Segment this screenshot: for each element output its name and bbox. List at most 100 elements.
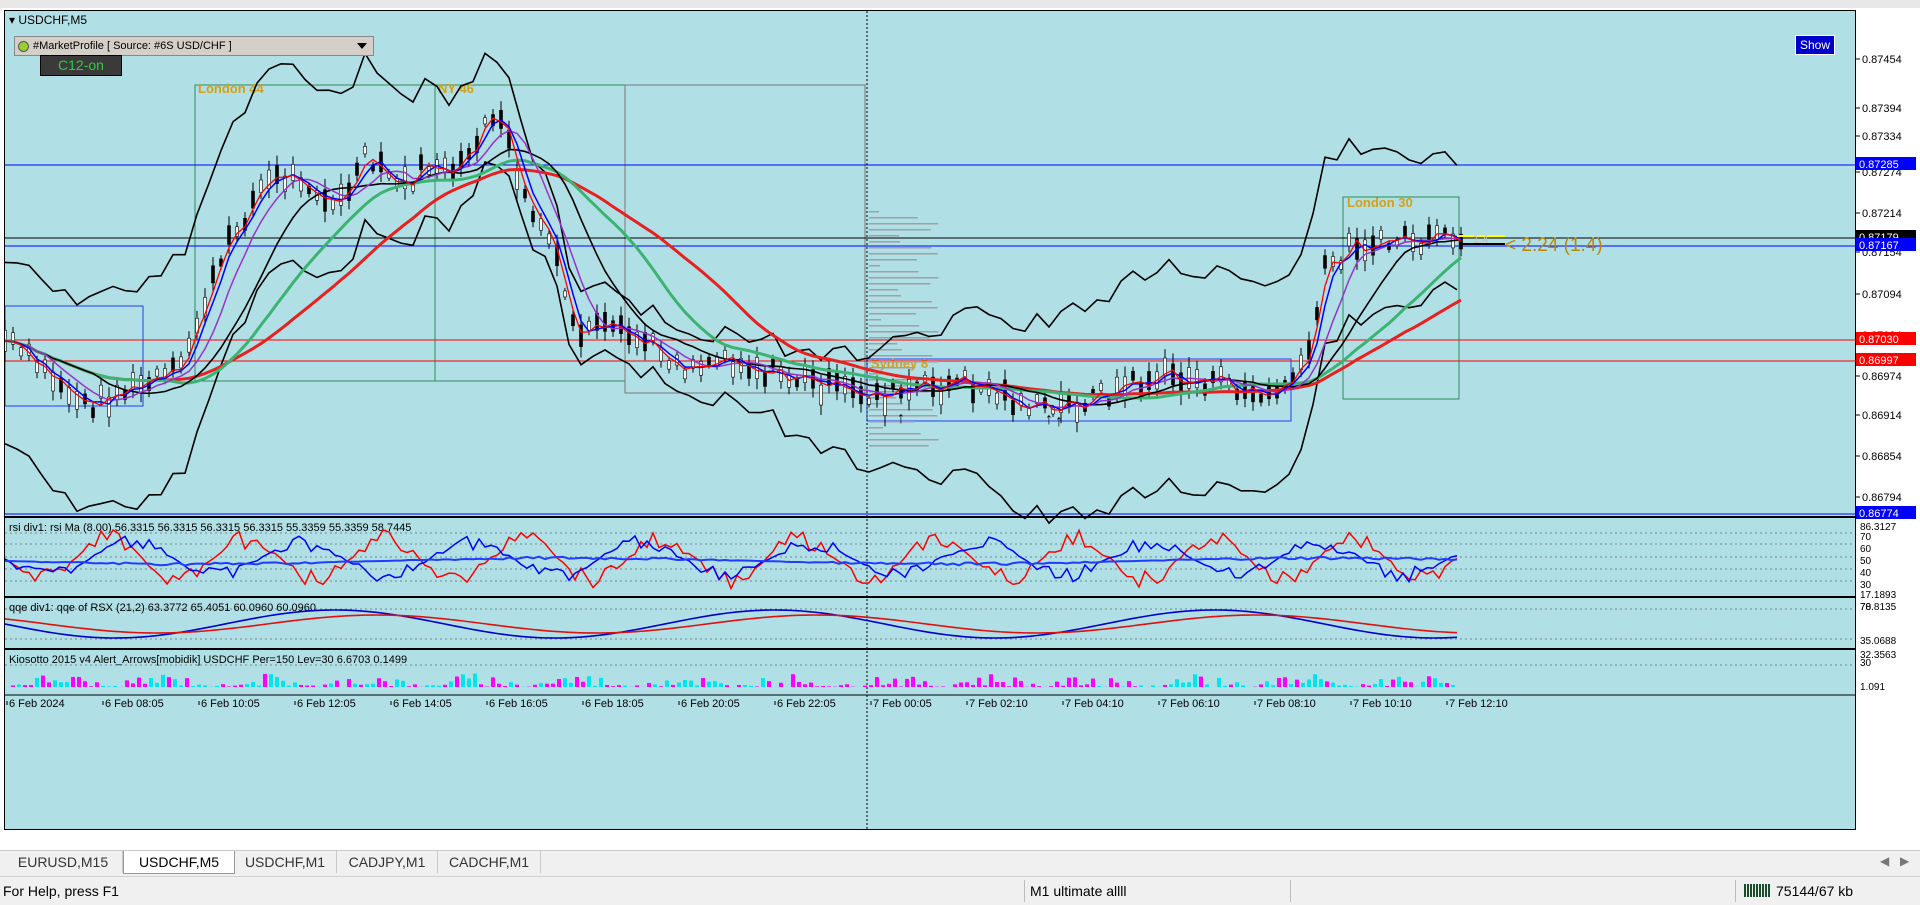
kiosotto-bar <box>1229 685 1233 687</box>
session-box-early <box>5 306 143 406</box>
kiosotto-bar <box>707 682 711 687</box>
kiosotto-bar <box>1307 679 1311 687</box>
kiosotto-bar <box>479 684 483 687</box>
kiosotto-bar <box>1391 680 1395 687</box>
candle-body <box>1260 394 1263 402</box>
kiosotto-scale-label: 30 <box>1860 658 1872 669</box>
kiosotto-bar <box>41 676 45 687</box>
tab-usdchf-m5[interactable]: USDCHF,M5 <box>123 851 235 874</box>
profile-bar <box>869 265 880 267</box>
price-tag-label: 0.86774 <box>1859 508 1899 520</box>
market-profile-selector[interactable]: #MarketProfile [ Source: #6S USD/CHF ] <box>14 36 374 56</box>
candle-body <box>356 163 359 175</box>
candle-body <box>1100 383 1103 390</box>
kiosotto-scale-label: 1.091 <box>1860 682 1885 693</box>
candle-body <box>68 387 71 404</box>
kiosotto-bar <box>665 681 669 687</box>
kiosotto-bar <box>365 684 369 687</box>
session-box-london-2 <box>1343 197 1459 399</box>
rsi-scale-label: 17.1893 <box>1860 590 1897 601</box>
kiosotto-bar <box>959 682 963 687</box>
candle-body <box>820 385 823 405</box>
kiosotto-bar <box>251 682 255 687</box>
show-button[interactable]: Show <box>1795 35 1835 55</box>
candle-body <box>564 291 567 297</box>
kiosotto-bar <box>803 684 807 687</box>
kiosotto-bar <box>95 682 99 687</box>
profile-bar <box>869 319 881 321</box>
profile-bar <box>869 325 919 327</box>
chart-canvas[interactable]: London 44NY 46Sydney 8London 30↑↑↑1.4< 2… <box>5 11 1857 831</box>
profile-bar <box>869 331 938 333</box>
tab-usdchf-m1[interactable]: USDCHF,M1 <box>234 851 337 873</box>
bollinger-lower <box>5 162 1457 523</box>
kiosotto-bar <box>59 682 63 687</box>
profile-bar <box>869 235 899 237</box>
kiosotto-bar <box>137 678 141 687</box>
price-tick-label: 0.87094 <box>1862 289 1902 301</box>
kiosotto-bar <box>359 685 363 687</box>
kiosotto-bar <box>821 686 825 687</box>
kiosotto-bar <box>125 680 129 687</box>
tab-scroll-right-icon[interactable]: ▶ <box>1900 854 1909 868</box>
kiosotto-bar <box>995 682 999 687</box>
kiosotto-bar <box>509 682 513 687</box>
kiosotto-bar <box>635 685 639 687</box>
kiosotto-bar <box>1313 674 1317 687</box>
kiosotto-bar <box>221 684 225 687</box>
time-axis-label: 6 Feb 08:05 <box>105 698 164 710</box>
kiosotto-bar <box>1409 682 1413 687</box>
kiosotto-bar <box>287 686 291 687</box>
kiosotto-bar <box>1187 682 1191 687</box>
status-divider <box>1290 880 1291 902</box>
kiosotto-bar <box>245 684 249 687</box>
c12-toggle-button[interactable]: C12-on <box>40 55 122 76</box>
kiosotto-bar <box>185 678 189 687</box>
chart-plot-area[interactable]: London 44NY 46Sydney 8London 30↑↑↑1.4< 2… <box>4 10 1856 830</box>
kiosotto-bar <box>47 682 51 687</box>
candle-body <box>180 357 183 368</box>
time-axis-label: 7 Feb 04:10 <box>1065 698 1124 710</box>
profile-bar <box>869 343 897 345</box>
kiosotto-bar <box>1091 679 1095 687</box>
session-label: Sydney 8 <box>871 356 928 371</box>
chart-window[interactable]: London 44NY 46Sydney 8London 30↑↑↑1.4< 2… <box>0 8 1920 850</box>
kiosotto-bar <box>353 684 357 687</box>
tab-scroll-left-icon[interactable]: ◀ <box>1880 854 1889 868</box>
dropdown-arrow-icon[interactable] <box>357 43 367 49</box>
tab-cadchf-m1[interactable]: CADCHF,M1 <box>438 851 541 873</box>
kiosotto-bar <box>755 686 759 687</box>
kiosotto-bar <box>1067 678 1071 687</box>
profile-bar <box>869 427 883 429</box>
kiosotto-bar <box>1133 686 1137 687</box>
profile-bar <box>869 313 916 315</box>
kiosotto-bar <box>11 685 15 687</box>
kiosotto-bar <box>179 686 183 687</box>
rsi-ma-blue <box>5 557 1457 566</box>
candle-body <box>364 146 367 154</box>
profile-bar <box>869 289 898 291</box>
rsi-scale-label: 50 <box>1860 556 1872 567</box>
time-axis-label: 7 Feb 12:10 <box>1449 698 1508 710</box>
kiosotto-bar <box>227 686 231 687</box>
kiosotto-bar <box>1241 685 1245 687</box>
kiosotto-bar <box>203 685 207 687</box>
kiosotto-bar <box>1055 682 1059 687</box>
time-axis-label: 7 Feb 10:10 <box>1353 698 1412 710</box>
kiosotto-bar <box>437 686 441 687</box>
kiosotto-bar <box>677 683 681 687</box>
kiosotto-bar <box>407 686 411 687</box>
candle-body <box>708 357 711 365</box>
profile-bar <box>869 337 930 339</box>
kiosotto-bar <box>1361 684 1365 687</box>
profile-bar <box>869 277 938 279</box>
profile-bar <box>869 271 918 273</box>
kiosotto-bar <box>83 681 87 687</box>
profile-bar <box>869 421 914 423</box>
tab-eurusd-m15[interactable]: EURUSD,M15 <box>4 851 123 873</box>
kiosotto-bar <box>1343 685 1347 687</box>
tab-cadjpy-m1[interactable]: CADJPY,M1 <box>337 851 438 873</box>
price-scale[interactable]: 0.874540.873940.873340.872740.872140.871… <box>1856 10 1920 830</box>
kiosotto-bar <box>383 681 387 687</box>
kiosotto-bar <box>563 678 567 687</box>
